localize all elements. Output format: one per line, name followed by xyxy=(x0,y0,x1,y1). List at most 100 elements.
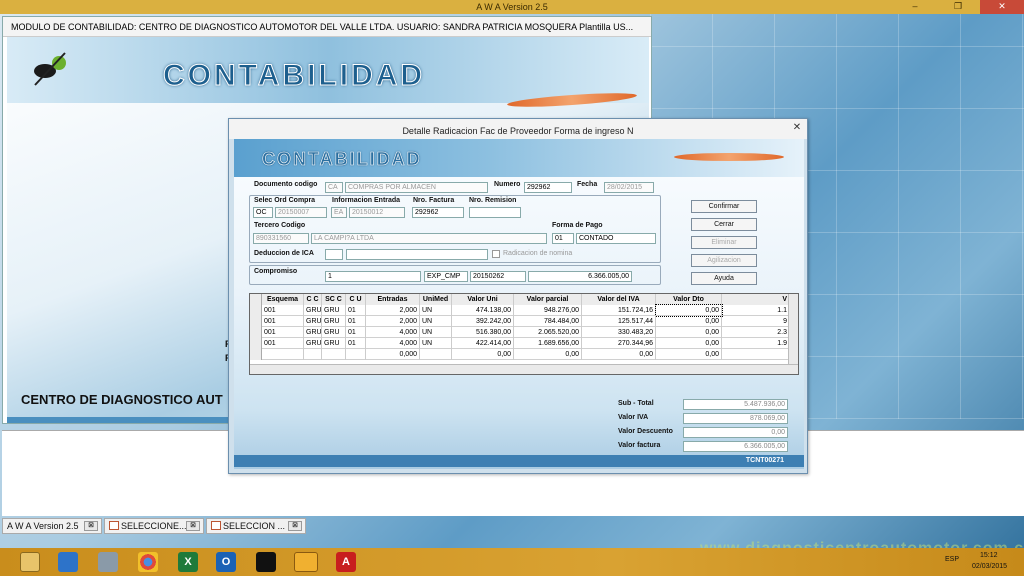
agilizacion-button[interactable]: Agilizacion xyxy=(691,254,757,267)
table-cell[interactable]: 0,000 xyxy=(366,349,420,360)
table-cell[interactable]: 0,00 xyxy=(656,327,722,338)
table-cell[interactable]: 001 xyxy=(262,338,304,349)
row-selector[interactable] xyxy=(250,349,262,360)
table-cell[interactable]: 9 xyxy=(722,316,790,327)
table-cell[interactable]: 784.484,00 xyxy=(514,316,582,327)
col-header[interactable]: C C xyxy=(304,294,322,305)
forma-desc-field[interactable]: CONTADO xyxy=(576,233,656,244)
row-selector[interactable] xyxy=(250,327,262,338)
table-cell[interactable]: 516.380,00 xyxy=(452,327,514,338)
table-cell[interactable]: GRU xyxy=(304,316,322,327)
table-cell[interactable] xyxy=(346,349,366,360)
table-cell[interactable]: GRU xyxy=(322,338,346,349)
table-cell[interactable]: 1.1 xyxy=(722,305,790,316)
ica-desc-field[interactable] xyxy=(346,249,488,260)
awa-app-icon[interactable] xyxy=(294,552,318,572)
table-horizontal-scrollbar[interactable] xyxy=(250,364,798,374)
col-header[interactable]: Valor Uni xyxy=(452,294,514,305)
cerrar-button[interactable]: Cerrar xyxy=(691,218,757,231)
minimize-button[interactable]: – xyxy=(894,0,936,14)
col-header[interactable]: SC C xyxy=(322,294,346,305)
table-cell[interactable]: 4,000 xyxy=(366,338,420,349)
ea-num-field[interactable]: 20150012 xyxy=(349,207,405,218)
table-cell[interactable]: 2.065.520,00 xyxy=(514,327,582,338)
table-cell[interactable]: 422.414,00 xyxy=(452,338,514,349)
excel-icon[interactable]: X xyxy=(178,552,198,572)
subtotal-field[interactable]: 5.487.936,00 xyxy=(683,399,788,410)
table-row[interactable]: 0,000 0,00 0,00 0,00 0,00 xyxy=(250,349,798,360)
internet-explorer-icon[interactable] xyxy=(58,552,78,572)
forma-code-field[interactable]: 01 xyxy=(552,233,574,244)
table-vertical-scrollbar[interactable] xyxy=(788,294,798,364)
table-cell[interactable]: 2,000 xyxy=(366,305,420,316)
table-cell[interactable]: 392.242,00 xyxy=(452,316,514,327)
table-cell[interactable]: 001 xyxy=(262,316,304,327)
table-cell[interactable]: UN xyxy=(420,316,452,327)
close-button[interactable]: ✕ xyxy=(980,0,1024,14)
numero-field[interactable]: 292962 xyxy=(524,182,572,193)
chrome-icon[interactable] xyxy=(138,552,158,572)
comp-code-field[interactable]: 20150262 xyxy=(470,271,526,282)
row-selector[interactable] xyxy=(250,316,262,327)
table-cell[interactable]: 474.138,00 xyxy=(452,305,514,316)
table-cell[interactable]: GRU xyxy=(304,305,322,316)
table-cell[interactable]: GRU xyxy=(304,327,322,338)
dialog-close-icon[interactable]: ✕ xyxy=(791,122,803,134)
table-cell[interactable]: 0,00 xyxy=(582,349,656,360)
descuento-field[interactable]: 0,00 xyxy=(683,427,788,438)
col-header[interactable]: UniMed xyxy=(420,294,452,305)
eliminar-button[interactable]: Eliminar xyxy=(691,236,757,249)
col-header[interactable]: Valor del IVA xyxy=(582,294,656,305)
language-indicator[interactable]: ESP xyxy=(945,556,959,563)
ea-type-field[interactable]: EA xyxy=(331,207,347,218)
radicacion-checkbox[interactable] xyxy=(492,250,500,258)
col-header[interactable]: Valor parcial xyxy=(514,294,582,305)
table-cell[interactable] xyxy=(262,349,304,360)
comp-type-field[interactable]: EXP_CMP xyxy=(424,271,468,282)
tab-seleccione[interactable]: SELECCIONE... ⊠ xyxy=(104,518,204,534)
table-cell[interactable]: GRU xyxy=(322,305,346,316)
row-selector[interactable] xyxy=(250,305,262,316)
table-cell[interactable]: 151.724,16 xyxy=(582,305,656,316)
table-cell[interactable]: 0,00 xyxy=(452,349,514,360)
restore-button[interactable]: ❐ xyxy=(936,0,980,14)
table-row[interactable]: 001 GRU GRU 01 2,000 UN 392.242,00 784.484,00 12… xyxy=(250,316,798,327)
tercero-name-field[interactable]: LA CAMPI?A LTDA xyxy=(311,233,547,244)
table-cell[interactable]: GRU xyxy=(322,316,346,327)
table-cell[interactable]: 1.689.656,00 xyxy=(514,338,582,349)
table-cell[interactable]: 001 xyxy=(262,327,304,338)
table-cell[interactable]: 01 xyxy=(346,316,366,327)
comp-num-field[interactable]: 1 xyxy=(325,271,421,282)
tab-close-icon[interactable]: ⊠ xyxy=(84,521,98,531)
pdf-icon[interactable]: A xyxy=(336,552,356,572)
table-cell[interactable]: GRU xyxy=(304,338,322,349)
nro-remision-field[interactable] xyxy=(469,207,521,218)
table-cell[interactable]: 01 xyxy=(346,338,366,349)
table-cell[interactable]: 01 xyxy=(346,305,366,316)
table-cell[interactable]: 125.517,44 xyxy=(582,316,656,327)
col-header[interactable]: Esquema xyxy=(262,294,304,305)
ica-code-field[interactable] xyxy=(325,249,343,260)
doc-code-field[interactable]: CA xyxy=(325,182,343,193)
doc-desc-field[interactable]: COMPRAS POR ALMACEN xyxy=(345,182,488,193)
tercero-code-field[interactable]: 890331560 xyxy=(253,233,309,244)
tab-seleccion[interactable]: SELECCION ... ⊠ xyxy=(206,518,306,534)
tab-awa[interactable]: A W A Version 2.5 ⊠ xyxy=(2,518,102,534)
nro-factura-field[interactable]: 292962 xyxy=(412,207,464,218)
tab-close-icon[interactable]: ⊠ xyxy=(186,521,200,531)
table-cell[interactable]: GRU xyxy=(322,327,346,338)
row-selector[interactable] xyxy=(250,338,262,349)
outlook-icon[interactable]: O xyxy=(216,552,236,572)
clock-date[interactable]: 02/03/2015 xyxy=(972,563,1007,570)
table-cell[interactable]: UN xyxy=(420,327,452,338)
table-row[interactable]: 001 GRU GRU 01 4,000 UN 422.414,00 1.689.656,00… xyxy=(250,338,798,349)
iva-field[interactable]: 878.069,00 xyxy=(683,413,788,424)
table-cell[interactable]: 330.483,20 xyxy=(582,327,656,338)
table-cell[interactable] xyxy=(722,349,790,360)
table-cell[interactable]: 01 xyxy=(346,327,366,338)
col-header[interactable]: Valor Dto xyxy=(656,294,722,305)
table-row[interactable]: 001 GRU GRU 01 4,000 UN 516.380,00 2.065.520,00… xyxy=(250,327,798,338)
table-cell[interactable]: 948.276,00 xyxy=(514,305,582,316)
ayuda-button[interactable]: Ayuda xyxy=(691,272,757,285)
col-header[interactable]: C U xyxy=(346,294,366,305)
